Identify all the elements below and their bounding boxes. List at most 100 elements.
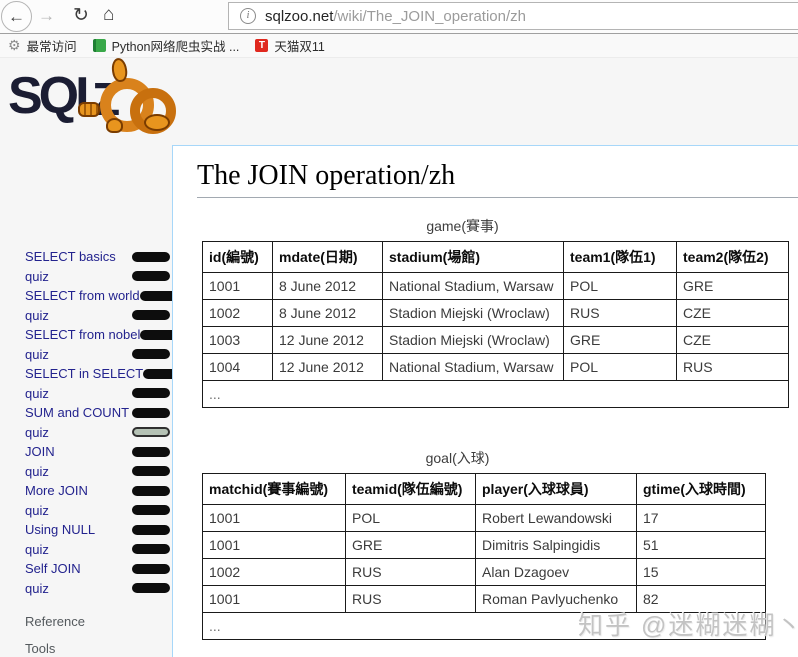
header-row: id(編號) mdate(日期) stadium(場館) team1(隊伍1) team… (202, 241, 789, 273)
sidebar-link-quiz[interactable]: quiz (25, 464, 49, 479)
back-button[interactable]: ← (1, 1, 32, 32)
sidebar-item: JOIN (25, 442, 170, 462)
table-row: 1004 12 June 2012 National Stadium, Warsaw… (202, 353, 789, 381)
sidebar-link-quiz[interactable]: quiz (25, 308, 49, 323)
sidebar-link-quiz[interactable]: quiz (25, 347, 49, 362)
forward-icon: → (38, 6, 55, 25)
address-bar[interactable]: i sqlzoo.net/wiki/The_JOIN_operation/zh (228, 2, 798, 30)
sidebar-link-quiz[interactable]: quiz (25, 581, 49, 596)
page-title: The JOIN operation/zh (197, 160, 798, 198)
bookmark-tmall[interactable]: T 天猫双11 (239, 36, 325, 55)
bookmark-label: Python网络爬虫实战 ... (111, 40, 240, 54)
green-book-icon (92, 39, 106, 52)
table-caption-game: game(賽事) (426, 218, 499, 234)
bookmarks-bar: ⚙ 最常访问 Python网络爬虫实战 ... T 天猫双11 (0, 34, 798, 58)
table-cell: CZE (676, 326, 789, 354)
sidebar-link-select-from-world[interactable]: SELECT from world (25, 288, 140, 303)
reload-icon: ↻ (73, 5, 89, 26)
sidebar-item: SELECT from world (25, 286, 178, 306)
game-table: id(編號) mdate(日期) stadium(場館) team1(隊伍1) team… (202, 241, 789, 408)
sidebar-link-more-join[interactable]: More JOIN (25, 483, 88, 498)
column-header: mdate(日期) (272, 241, 383, 273)
sidebar-item: quiz (25, 540, 170, 560)
column-header: player(入球球員) (475, 473, 637, 505)
sidebar-link-quiz[interactable]: quiz (25, 425, 49, 440)
table-cell: National Stadium, Warsaw (382, 353, 564, 381)
page-background: SQL Z SELECT basics quiz SELECT from world… (0, 58, 798, 657)
sidebar-link-using-null[interactable]: Using NULL (25, 522, 95, 537)
table-row: 1002 8 June 2012 Stadion Miejski (Wroclaw)… (202, 299, 789, 327)
sidebar-item: quiz (25, 306, 170, 326)
table-cell: Alan Dzagoev (475, 558, 637, 586)
bookmark-most-visited[interactable]: ⚙ 最常访问 (0, 36, 77, 55)
home-icon: ⌂ (103, 4, 115, 25)
table-cell: National Stadium, Warsaw (382, 272, 564, 300)
column-header: team2(隊伍2) (676, 241, 789, 273)
url-host: sqlzoo.net (265, 7, 334, 25)
progress-pill-green (132, 427, 170, 438)
progress-pill-black (132, 407, 170, 418)
sidebar-item-tools[interactable]: Tools (25, 641, 170, 656)
tmall-icon: T (255, 39, 269, 52)
sidebar-item: quiz (25, 345, 170, 365)
table-cell: POL (563, 353, 677, 381)
sidebar-link-quiz[interactable]: quiz (25, 542, 49, 557)
sidebar-item: SUM and COUNT (25, 403, 170, 423)
progress-pill-black (132, 544, 170, 555)
column-header: matchid(賽事編號) (202, 473, 346, 505)
column-header: team1(隊伍1) (563, 241, 677, 273)
goal-table: matchid(賽事編號) teamid(隊伍編號) player(入球球員) gti… (202, 473, 766, 640)
sidebar-link-join[interactable]: JOIN (25, 444, 55, 459)
ellipsis-row: ... (202, 380, 789, 408)
table-row: 1002 RUS Alan Dzagoev 15 (202, 558, 766, 586)
column-header: id(編號) (202, 241, 273, 273)
sidebar-item-reference[interactable]: Reference (25, 614, 170, 629)
sidebar-link-sum-and-count[interactable]: SUM and COUNT (25, 405, 129, 420)
table-caption-goal: goal(入球) (425, 450, 490, 466)
table-cell: Dimitris Salpingidis (475, 531, 637, 559)
table-cell: RUS (345, 585, 476, 613)
table-cell: 12 June 2012 (272, 353, 383, 381)
bookmark-python-crawler[interactable]: Python网络爬虫实战 ... (77, 36, 240, 55)
ellipsis-cell: ... (202, 612, 766, 640)
sidebar-link-select-in-select[interactable]: SELECT in SELECT (25, 366, 143, 381)
table-row: 1003 12 June 2012 Stadion Miejski (Wroclaw… (202, 326, 789, 354)
table-cell: 1002 (202, 558, 346, 586)
sidebar-item: quiz (25, 384, 170, 404)
sqlzoo-logo[interactable]: SQL Z (6, 58, 176, 144)
table-cell: POL (345, 504, 476, 532)
table-cell: 1001 (202, 531, 346, 559)
sidebar-link-quiz[interactable]: quiz (25, 269, 49, 284)
sidebar-link-quiz[interactable]: quiz (25, 503, 49, 518)
progress-pill-black (132, 583, 170, 594)
rabbit-icon (144, 114, 170, 131)
sidebar-link-select-from-nobel[interactable]: SELECT from nobel (25, 327, 140, 342)
sidebar-item: quiz (25, 423, 170, 443)
animal-icon (106, 118, 123, 133)
home-button[interactable]: ⌂ (103, 4, 114, 26)
table-row: 1001 8 June 2012 National Stadium, Warsaw P… (202, 272, 789, 300)
content-area: The JOIN operation/zh game(賽事) id(編號) mda… (172, 145, 798, 657)
forward-button[interactable]: → (38, 6, 55, 26)
table-cell: RUS (563, 299, 677, 327)
table-cell: 1002 (202, 299, 273, 327)
sidebar-link-quiz[interactable]: quiz (25, 386, 49, 401)
table-cell: Stadion Miejski (Wroclaw) (382, 326, 564, 354)
table-cell: Stadion Miejski (Wroclaw) (382, 299, 564, 327)
progress-pill-black (132, 271, 170, 282)
sidebar-item: quiz (25, 501, 170, 521)
reload-button[interactable]: ↻ (73, 4, 89, 27)
sidebar-item: quiz (25, 267, 170, 287)
column-header: gtime(入球時間) (636, 473, 766, 505)
header-row: matchid(賽事編號) teamid(隊伍編號) player(入球球員) gti… (202, 473, 766, 505)
column-header: stadium(場館) (382, 241, 564, 273)
sidebar-item: Using NULL (25, 520, 170, 540)
table-cell: GRE (563, 326, 677, 354)
sidebar-link-self-join[interactable]: Self JOIN (25, 561, 81, 576)
ellipsis-cell: ... (202, 380, 789, 408)
site-info-icon[interactable]: i (240, 8, 256, 24)
table-cell: Roman Pavlyuchenko (475, 585, 637, 613)
sidebar-link-select-basics[interactable]: SELECT basics (25, 249, 116, 264)
progress-pill-black (132, 349, 170, 360)
back-icon: ← (8, 6, 25, 26)
